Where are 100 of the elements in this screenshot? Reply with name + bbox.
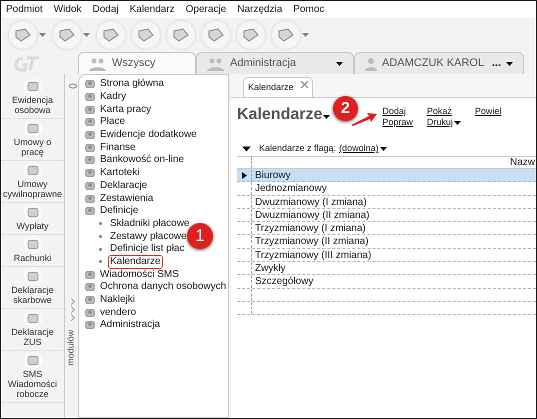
module-label[interactable]: Umowy cywilnoprawne (2, 179, 64, 199)
table-row[interactable]: Dwuzmianowy (II zmiana) (237, 208, 536, 222)
action-link[interactable]: Popraw (382, 117, 413, 128)
table-row[interactable]: Jednozmianowy (237, 182, 536, 196)
module-icon (84, 116, 96, 128)
menu-item[interactable]: Widok (54, 2, 82, 17)
menu-item[interactable]: Operacje (186, 2, 226, 17)
action-link[interactable]: Dodaj (382, 106, 413, 117)
module-label[interactable]: Deklaracje skarbowe (2, 285, 64, 305)
document-tab[interactable]: Kalendarze (243, 77, 313, 97)
tree-item[interactable]: Bankowość on-line (100, 154, 184, 166)
group-tab[interactable]: ADAMCZUK KAROL ... (354, 52, 524, 74)
toolbar-button[interactable] (272, 21, 300, 49)
tree-item[interactable]: Ewidencje dodatkowe (100, 129, 197, 142)
toolbar-button[interactable] (132, 21, 160, 49)
module-label[interactable]: Rachunki (2, 253, 64, 263)
caret-icon (302, 33, 309, 37)
tree-item[interactable]: Płace (100, 116, 126, 128)
module-icon (84, 142, 96, 154)
table-row[interactable]: Trzyzmianowy (I zmiana) (237, 222, 536, 236)
module-icon (22, 162, 44, 179)
module-icon (22, 352, 44, 369)
tree-item[interactable]: Kalendarze (109, 256, 162, 268)
module-icon (84, 154, 96, 166)
module-icon (84, 268, 96, 281)
table-row[interactable]: Szczegółowy (237, 275, 536, 289)
module-icon (84, 91, 96, 104)
table-cell-text: Dwuzmianowy (II zmiana) (254, 208, 370, 222)
tree-item[interactable]: Wiadomości SMS (100, 268, 179, 281)
filter-label: Kalendarze z flagą: (259, 142, 336, 156)
tree-item[interactable]: Definicje (100, 205, 138, 218)
table-cell-text: Biurowy (254, 169, 291, 182)
module-label[interactable]: Deklaracje ZUS (2, 327, 64, 347)
menu-item[interactable]: Dodaj (92, 2, 119, 17)
strip-label[interactable]: modułów (64, 330, 78, 366)
table-cell-text: Trzyzmianowy (III zmiana) (254, 248, 372, 262)
table-row[interactable]: Zwykły (237, 262, 536, 276)
tree-item[interactable]: Naklejki (100, 294, 136, 306)
toolbar-button[interactable] (9, 21, 37, 49)
tree-item[interactable]: Zestawy płacowe (109, 230, 188, 243)
menu-item[interactable]: Narzędzia (237, 2, 282, 17)
tool-icon (242, 27, 260, 43)
action-link[interactable]: Powiel (474, 106, 502, 117)
person-icon (365, 56, 377, 70)
tree-item[interactable]: Ochrona danych osobowych (100, 281, 226, 294)
toolbar-button[interactable] (237, 21, 265, 49)
tree-item[interactable]: Finanse (100, 142, 136, 154)
table-row[interactable]: Biurowy (237, 169, 536, 182)
module-icon (84, 294, 96, 306)
action-link[interactable]: Pokaż (426, 106, 461, 117)
menu-item[interactable]: Podmiot (6, 2, 43, 17)
tree-item[interactable]: Zestawienia (100, 192, 154, 205)
caret-icon (380, 146, 387, 151)
toolbar-button[interactable] (167, 21, 195, 49)
bullet-icon (99, 248, 102, 251)
module-label[interactable]: Ewidencja osobowa (2, 95, 64, 115)
module-label[interactable]: Umowy o pracę (2, 137, 64, 157)
tool-icon (14, 27, 32, 43)
close-icon[interactable] (301, 81, 308, 88)
table-cell-text: Szczegółowy (254, 275, 314, 288)
menu-item[interactable]: Pomoc (293, 2, 324, 17)
caret-icon (454, 120, 461, 125)
tree-item[interactable]: Kadry (100, 91, 126, 104)
action-link[interactable]: Drukuj (426, 117, 461, 128)
tree-item[interactable]: Administracja (100, 319, 160, 332)
table-row[interactable]: Trzyzmianowy (II zmiana) (237, 235, 536, 249)
bullet-icon (99, 260, 102, 264)
module-icon (84, 281, 96, 294)
caret-icon (39, 33, 46, 37)
tree-item[interactable]: Definicje list płac (109, 243, 186, 256)
group-tab[interactable]: Wszyscy (78, 52, 196, 74)
module-label[interactable]: SMS Wiadomości robocze (2, 369, 64, 399)
toolbar-button[interactable] (202, 21, 230, 49)
module-icon (22, 204, 44, 221)
module-icon (84, 306, 96, 319)
page-heading[interactable]: Kalendarze (237, 103, 330, 127)
toolbar-button[interactable] (53, 21, 81, 49)
tool-icon (137, 27, 155, 43)
tool-icon (172, 27, 190, 43)
menu-item[interactable]: Kalendarz (130, 2, 175, 17)
toolbar-button[interactable] (97, 21, 125, 49)
module-label[interactable]: Wypłaty (2, 221, 64, 231)
tree-item[interactable]: Karta pracy (100, 104, 152, 116)
tree-item[interactable]: vendero (100, 306, 136, 319)
module-icon (22, 236, 44, 253)
group-tab[interactable]: Administracja (196, 52, 354, 74)
module-icon (84, 167, 96, 180)
module-icon (84, 129, 96, 142)
table-row[interactable]: Trzyzmianowy (III zmiana) (237, 248, 536, 262)
tree-item[interactable]: Strona główna (100, 78, 164, 90)
caret-icon (506, 62, 513, 66)
module-icon (22, 120, 44, 137)
table-row[interactable]: Dwuzmianowy (I zmiana) (237, 196, 536, 209)
filter-value[interactable]: (dowolna) (339, 142, 387, 156)
pointer-arrow (351, 112, 377, 126)
tree-item[interactable]: Deklaracje (100, 180, 148, 192)
tool-icon (207, 27, 225, 43)
module-icon (84, 192, 96, 205)
tree-item[interactable]: Kartoteki (100, 167, 140, 180)
column-header[interactable]: Nazw (252, 157, 536, 168)
